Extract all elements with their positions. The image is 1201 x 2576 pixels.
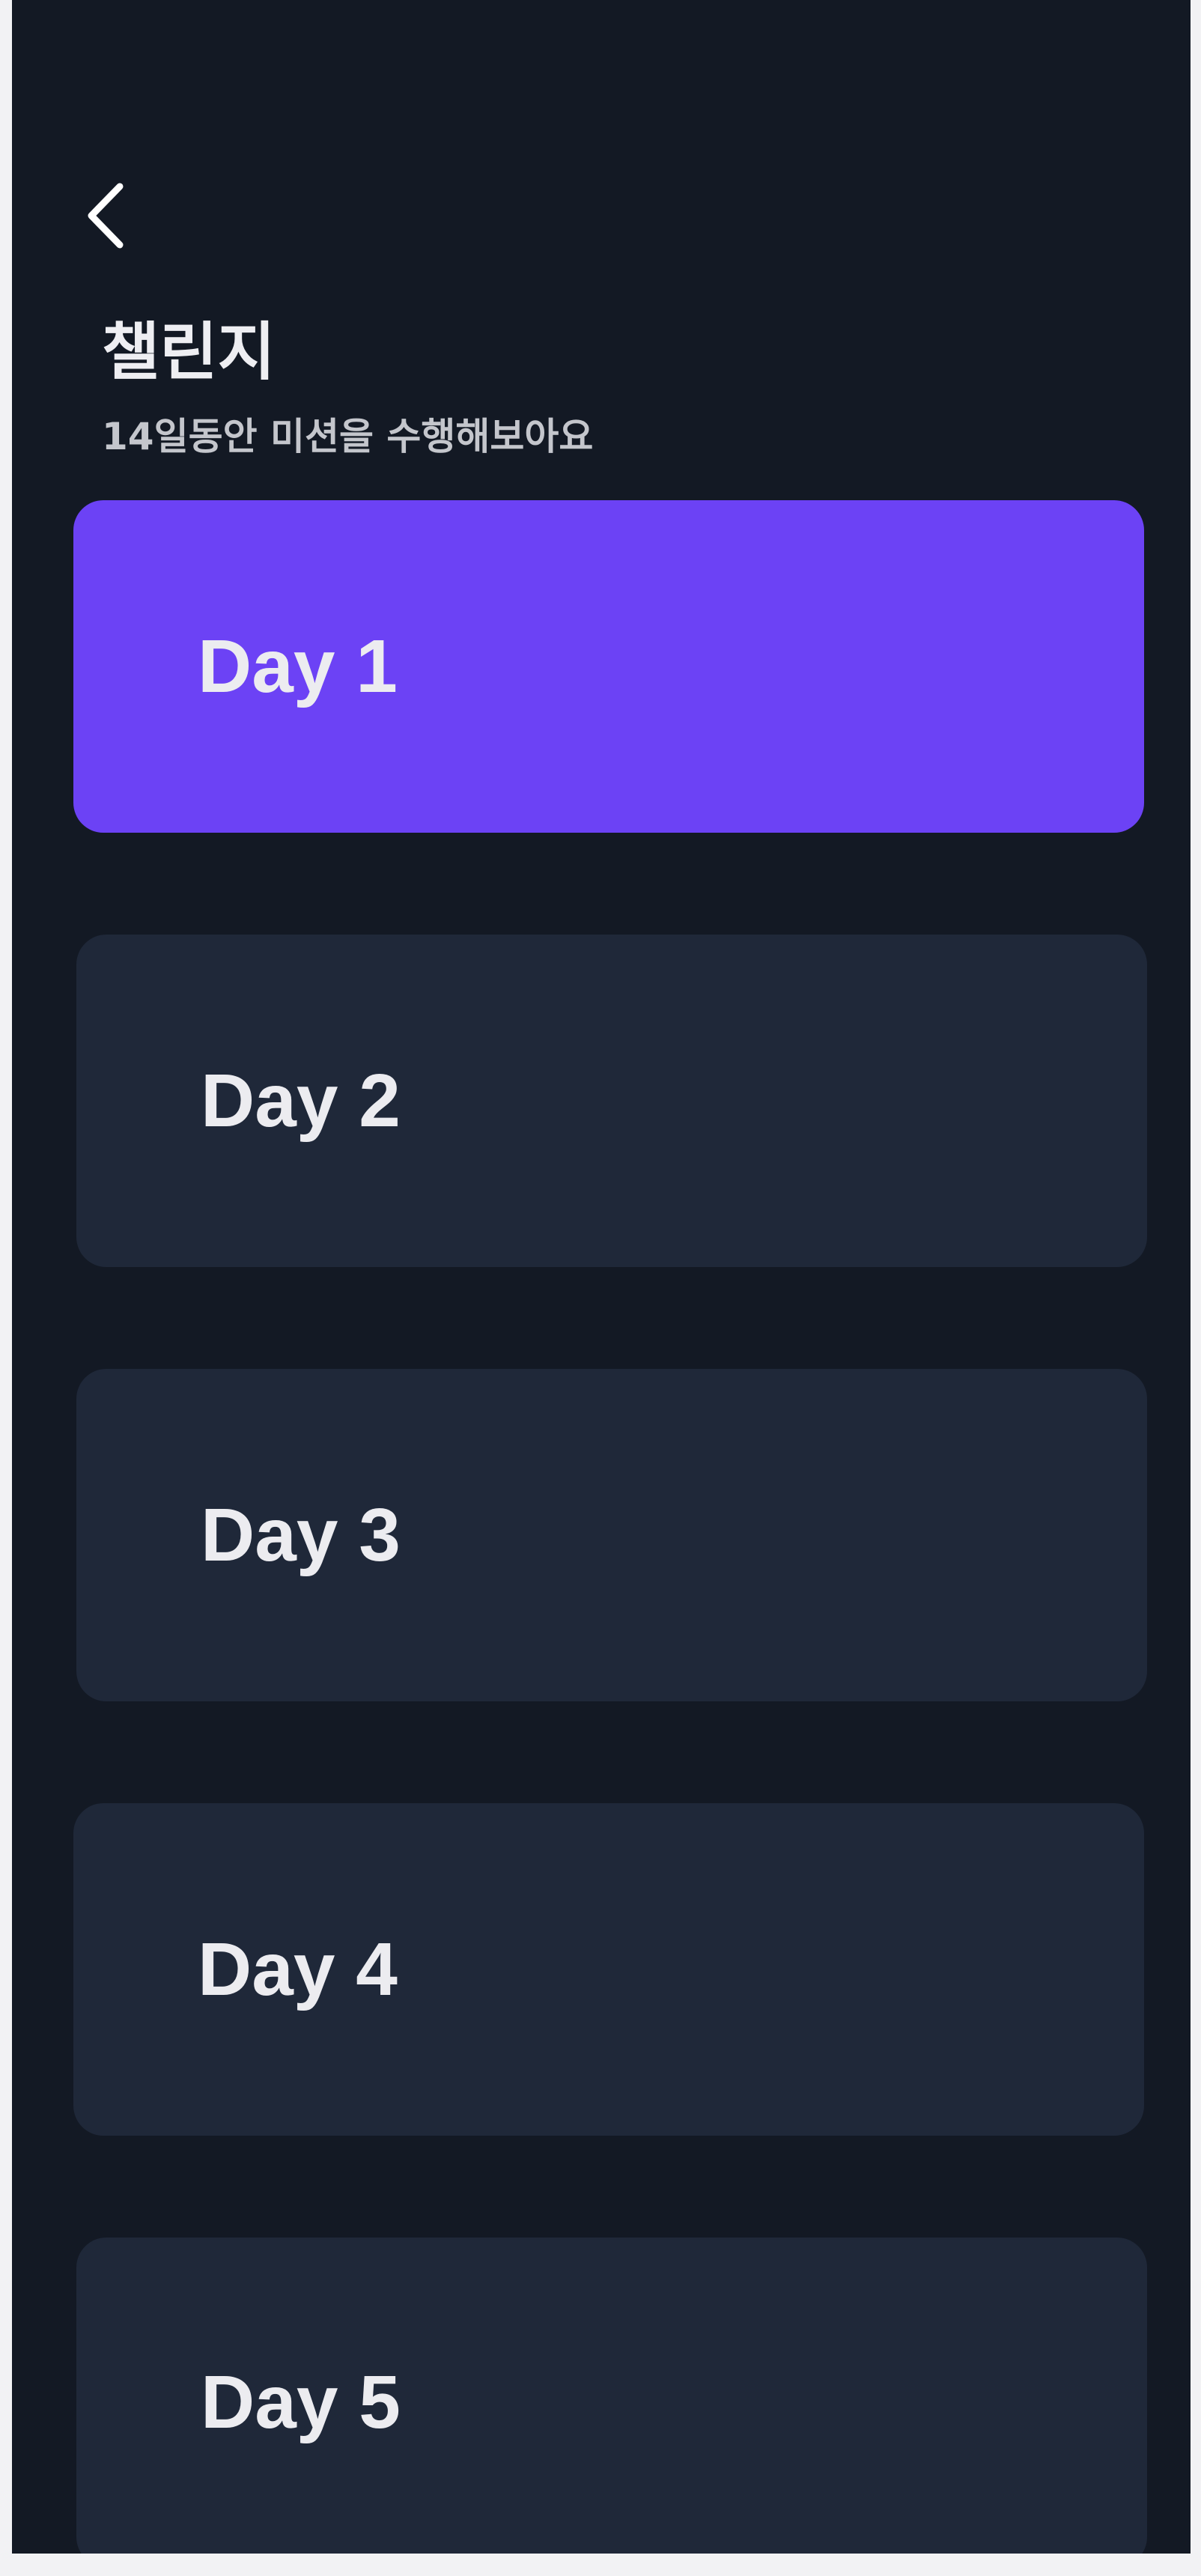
challenge-screen: 챌린지 14일동안 미션을 수행해보아요 Day 1 Day 2 Day 3 D… <box>12 0 1191 2554</box>
day-label: Day 1 <box>198 624 398 708</box>
day-label: Day 3 <box>201 1492 401 1577</box>
day-list: Day 1 Day 2 Day 3 Day 4 Day 5 <box>12 0 1191 2554</box>
day-card-5[interactable]: Day 5 <box>76 2238 1147 2554</box>
day-card-1[interactable]: Day 1 <box>73 500 1144 833</box>
day-card-3[interactable]: Day 3 <box>76 1369 1147 1701</box>
day-label: Day 4 <box>198 1927 398 2011</box>
day-label: Day 5 <box>201 2360 401 2444</box>
day-card-2[interactable]: Day 2 <box>76 935 1147 1267</box>
day-card-4[interactable]: Day 4 <box>73 1803 1144 2136</box>
day-label: Day 2 <box>201 1058 401 1143</box>
